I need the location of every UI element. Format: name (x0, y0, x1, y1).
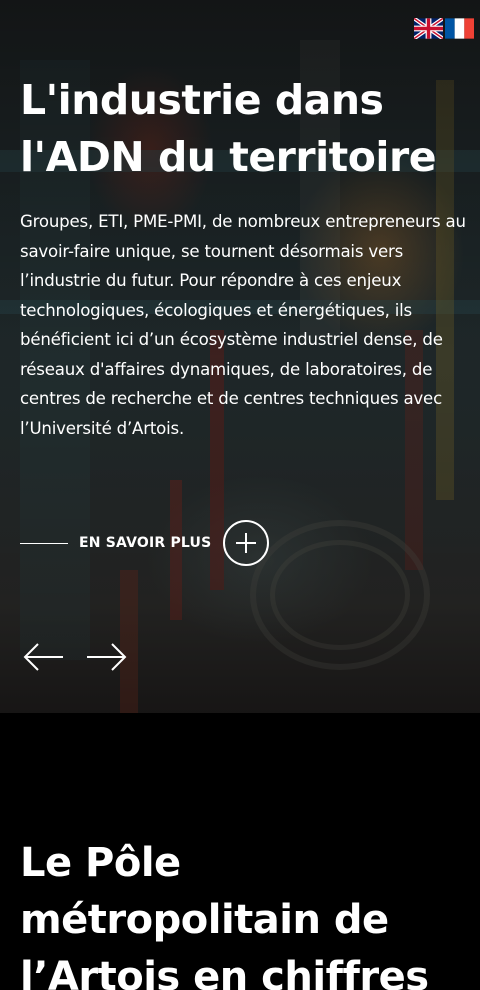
section-title-line: Le Pôle (20, 840, 181, 886)
read-more-link[interactable]: EN SAVOIR PLUS (20, 519, 270, 567)
section-title-line: métropolitain de (20, 897, 389, 943)
arrow-right-icon[interactable] (86, 640, 128, 674)
slider-navigation (22, 640, 128, 674)
decorative-line (20, 542, 68, 544)
arrow-left-icon[interactable] (22, 640, 64, 674)
section-title-line: l’Artois en chiffres (20, 954, 429, 990)
fr-flag-icon[interactable] (445, 18, 474, 39)
hero-slider: L'industrie dans l'ADN du territoire Gro… (0, 0, 480, 713)
hero-title: L'industrie dans l'ADN du territoire (20, 72, 470, 186)
language-switcher (414, 18, 474, 39)
uk-flag-icon[interactable] (414, 18, 443, 39)
hero-title-line: L'industrie dans (20, 76, 384, 124)
section-title: Le Pôle métropolitain de l’Artois en chi… (20, 835, 480, 990)
read-more-label: EN SAVOIR PLUS (79, 535, 212, 551)
hero-title-line: l'ADN du territoire (20, 133, 437, 181)
key-figures-section: Le Pôle métropolitain de l’Artois en chi… (0, 713, 480, 990)
hero-description: Groupes, ETI, PME-PMI, de nombreux entre… (20, 212, 466, 438)
plus-icon[interactable] (223, 520, 270, 566)
